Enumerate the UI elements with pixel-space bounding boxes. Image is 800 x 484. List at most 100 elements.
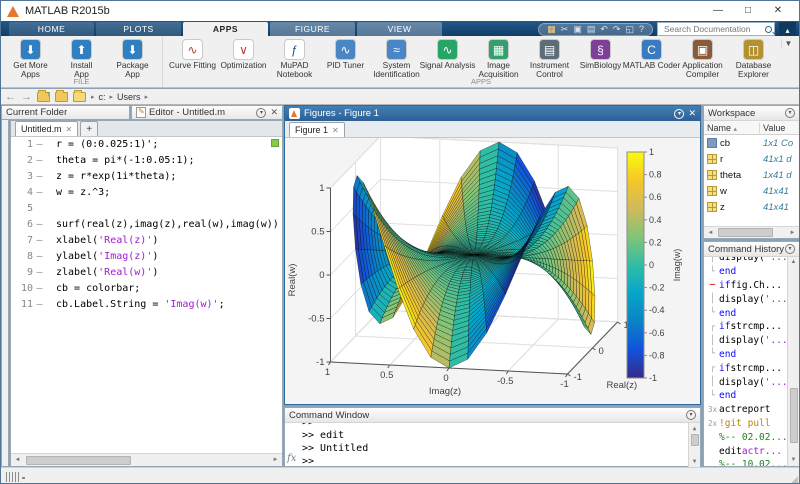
executable-marker[interactable]: – bbox=[33, 153, 46, 169]
command-history-menu-icon[interactable]: ▾ bbox=[785, 244, 795, 254]
code-line[interactable]: 2–theta = pi*(-1:0.05:1); bbox=[11, 153, 282, 169]
code-line[interactable]: 6–surf(real(z),imag(z),real(w),imag(w)) bbox=[11, 217, 282, 233]
app-button-optimization[interactable]: ∨Optimization bbox=[218, 39, 269, 79]
history-entry[interactable]: 3xactreport bbox=[706, 403, 799, 417]
code-line[interactable]: 4–w = z.^3; bbox=[11, 185, 282, 201]
app-button-pid-tuner[interactable]: ∿PID Tuner bbox=[320, 39, 371, 79]
cut-icon[interactable]: ✂ bbox=[561, 23, 569, 35]
copy-icon[interactable]: ▣ bbox=[573, 23, 582, 35]
save-icon[interactable]: ▦ bbox=[547, 23, 556, 35]
search-icon[interactable] bbox=[765, 26, 772, 33]
code-line[interactable]: 10–cb = colorbar; bbox=[11, 281, 282, 297]
executable-marker[interactable]: – bbox=[33, 233, 46, 249]
forward-icon[interactable]: → bbox=[21, 90, 32, 104]
history-entry[interactable]: │display('... bbox=[706, 334, 799, 348]
code-line[interactable]: 7–xlabel('Real(z)') bbox=[11, 233, 282, 249]
history-entry[interactable]: │display('... bbox=[706, 257, 799, 265]
workspace-variable-row[interactable]: cb1x1 Co bbox=[704, 135, 799, 151]
history-entry[interactable]: └end bbox=[706, 306, 799, 320]
history-entry[interactable]: └end bbox=[706, 348, 799, 362]
scroll-left-icon[interactable]: ◄ bbox=[11, 457, 24, 463]
maximize-button[interactable]: □ bbox=[733, 2, 763, 20]
scrollbar-thumb[interactable] bbox=[691, 434, 699, 446]
collapse-ribbon-button[interactable]: ▴ bbox=[779, 22, 796, 36]
app-button-system[interactable]: ≈SystemIdentification bbox=[371, 39, 422, 79]
figures-close-icon[interactable]: ✕ bbox=[688, 108, 696, 119]
command-window-body[interactable]: >> >> edit>> Untitled>> fx ▲ ▼ bbox=[285, 423, 700, 467]
code-analyzer-indicator[interactable] bbox=[271, 139, 279, 147]
ribbon-tab-figure[interactable]: FIGURE bbox=[270, 22, 355, 36]
editor-close-icon[interactable]: ✕ bbox=[270, 107, 278, 118]
breadcrumb-item[interactable]: Users bbox=[117, 92, 141, 102]
up-folder-icon[interactable]: ↑ bbox=[37, 92, 50, 102]
scroll-down-icon[interactable]: ▼ bbox=[791, 455, 797, 466]
executable-marker[interactable]: – bbox=[33, 265, 46, 281]
code-editor-area[interactable]: 1–r = (0:0.025:1)';2–theta = pi*(-1:0.05… bbox=[11, 137, 282, 439]
workspace-variable-row[interactable]: z41x41 bbox=[704, 199, 799, 215]
workspace-header[interactable]: Workspace ▾ bbox=[704, 106, 799, 121]
editor-tab-close-icon[interactable]: ✕ bbox=[66, 125, 73, 134]
editor-panel-menu-icon[interactable]: ▾ bbox=[256, 108, 266, 118]
app-button-image[interactable]: ▦ImageAcquisition bbox=[473, 39, 524, 79]
history-entry[interactable]: │display('... bbox=[706, 375, 799, 389]
redo-icon[interactable]: ↷ bbox=[613, 23, 621, 35]
scrollbar-thumb[interactable] bbox=[718, 228, 773, 237]
ribbon-tab-apps[interactable]: APPS bbox=[183, 22, 268, 36]
fx-function-hint-icon[interactable]: fx bbox=[287, 453, 296, 464]
history-entry[interactable]: └end bbox=[706, 389, 799, 403]
name-column-header[interactable]: Name ▴ bbox=[704, 123, 760, 133]
workspace-variable-row[interactable]: r41x1 d bbox=[704, 151, 799, 167]
command-window-header[interactable]: Command Window ▾ bbox=[285, 408, 700, 423]
command-history-scrollbar[interactable]: ▲ ▼ bbox=[787, 257, 799, 466]
executable-marker[interactable]: – bbox=[33, 137, 46, 153]
value-column-header[interactable]: Value bbox=[760, 123, 785, 133]
switch-window-icon[interactable]: ◱ bbox=[625, 23, 634, 35]
figure-tab[interactable]: Figure 1 ✕ bbox=[289, 122, 345, 137]
surface-plot[interactable] bbox=[285, 138, 700, 403]
scroll-down-icon[interactable]: ▼ bbox=[693, 456, 697, 467]
code-line[interactable]: 1–r = (0:0.025:1)'; bbox=[11, 137, 282, 153]
close-button[interactable]: ✕ bbox=[763, 2, 793, 20]
ribbon-tab-home[interactable]: HOME bbox=[9, 22, 94, 36]
scrollbar-thumb[interactable] bbox=[26, 456, 131, 465]
executable-marker[interactable] bbox=[33, 201, 46, 217]
code-line[interactable]: 3–z = r*exp(1i*theta); bbox=[11, 169, 282, 185]
history-entry[interactable]: edit actr... bbox=[706, 444, 799, 458]
editor-new-tab-button[interactable]: + bbox=[80, 121, 98, 136]
executable-marker[interactable]: – bbox=[33, 185, 46, 201]
app-button-database[interactable]: ◫DatabaseExplorer bbox=[728, 39, 779, 79]
workspace-variable-row[interactable]: w41x41 bbox=[704, 183, 799, 199]
app-button-mupad[interactable]: ƒMuPADNotebook bbox=[269, 39, 320, 79]
code-line[interactable]: 11–cb.Label.String = 'Imag(w)'; bbox=[11, 297, 282, 313]
executable-marker[interactable]: – bbox=[33, 217, 46, 233]
executable-marker[interactable]: – bbox=[33, 281, 46, 297]
paste-icon[interactable]: ▤ bbox=[587, 23, 596, 35]
app-button-signal-analysis[interactable]: ∿Signal Analysis bbox=[422, 39, 473, 79]
history-entry[interactable]: ┌if strcmp... bbox=[706, 361, 799, 375]
history-entry[interactable]: %-- 02.02... bbox=[706, 430, 799, 444]
figures-panel-menu-icon[interactable]: ▾ bbox=[674, 109, 684, 119]
minimize-button[interactable]: — bbox=[703, 2, 733, 20]
command-window-scrollbar[interactable]: ▲ ▼ bbox=[688, 423, 700, 467]
help-icon[interactable]: ? bbox=[639, 23, 644, 35]
workspace-horizontal-scrollbar[interactable]: ◄ ► bbox=[704, 226, 799, 238]
undo-icon[interactable]: ↶ bbox=[600, 23, 608, 35]
scroll-left-icon[interactable]: ◄ bbox=[704, 230, 717, 236]
current-folder-collapsed-strip[interactable] bbox=[1, 120, 9, 467]
figure-tab-close-icon[interactable]: ✕ bbox=[332, 126, 339, 135]
app-button-install[interactable]: ⬆InstallApp bbox=[56, 39, 107, 79]
ribbon-tab-plots[interactable]: PLOTS bbox=[96, 22, 181, 36]
ribbon-tab-view[interactable]: VIEW bbox=[357, 22, 442, 36]
browse-folder-icon[interactable] bbox=[55, 92, 68, 102]
search-input[interactable] bbox=[662, 23, 765, 35]
scroll-up-icon[interactable]: ▲ bbox=[791, 257, 797, 268]
app-button-matlab-coder[interactable]: CMATLAB Coder bbox=[626, 39, 677, 79]
apps-gallery-dropdown[interactable]: ▼ bbox=[781, 39, 795, 48]
history-entry[interactable]: 2x!git pull bbox=[706, 417, 799, 431]
status-bar-icon[interactable] bbox=[6, 472, 19, 482]
command-window-menu-icon[interactable]: ▾ bbox=[686, 410, 696, 420]
app-button-simbiology[interactable]: §SimBiology bbox=[575, 39, 626, 79]
editor-header[interactable]: Editor - Untitled.m ▾ ✕ bbox=[131, 105, 283, 120]
scroll-right-icon[interactable]: ► bbox=[269, 457, 282, 463]
executable-marker[interactable]: – bbox=[33, 249, 46, 265]
